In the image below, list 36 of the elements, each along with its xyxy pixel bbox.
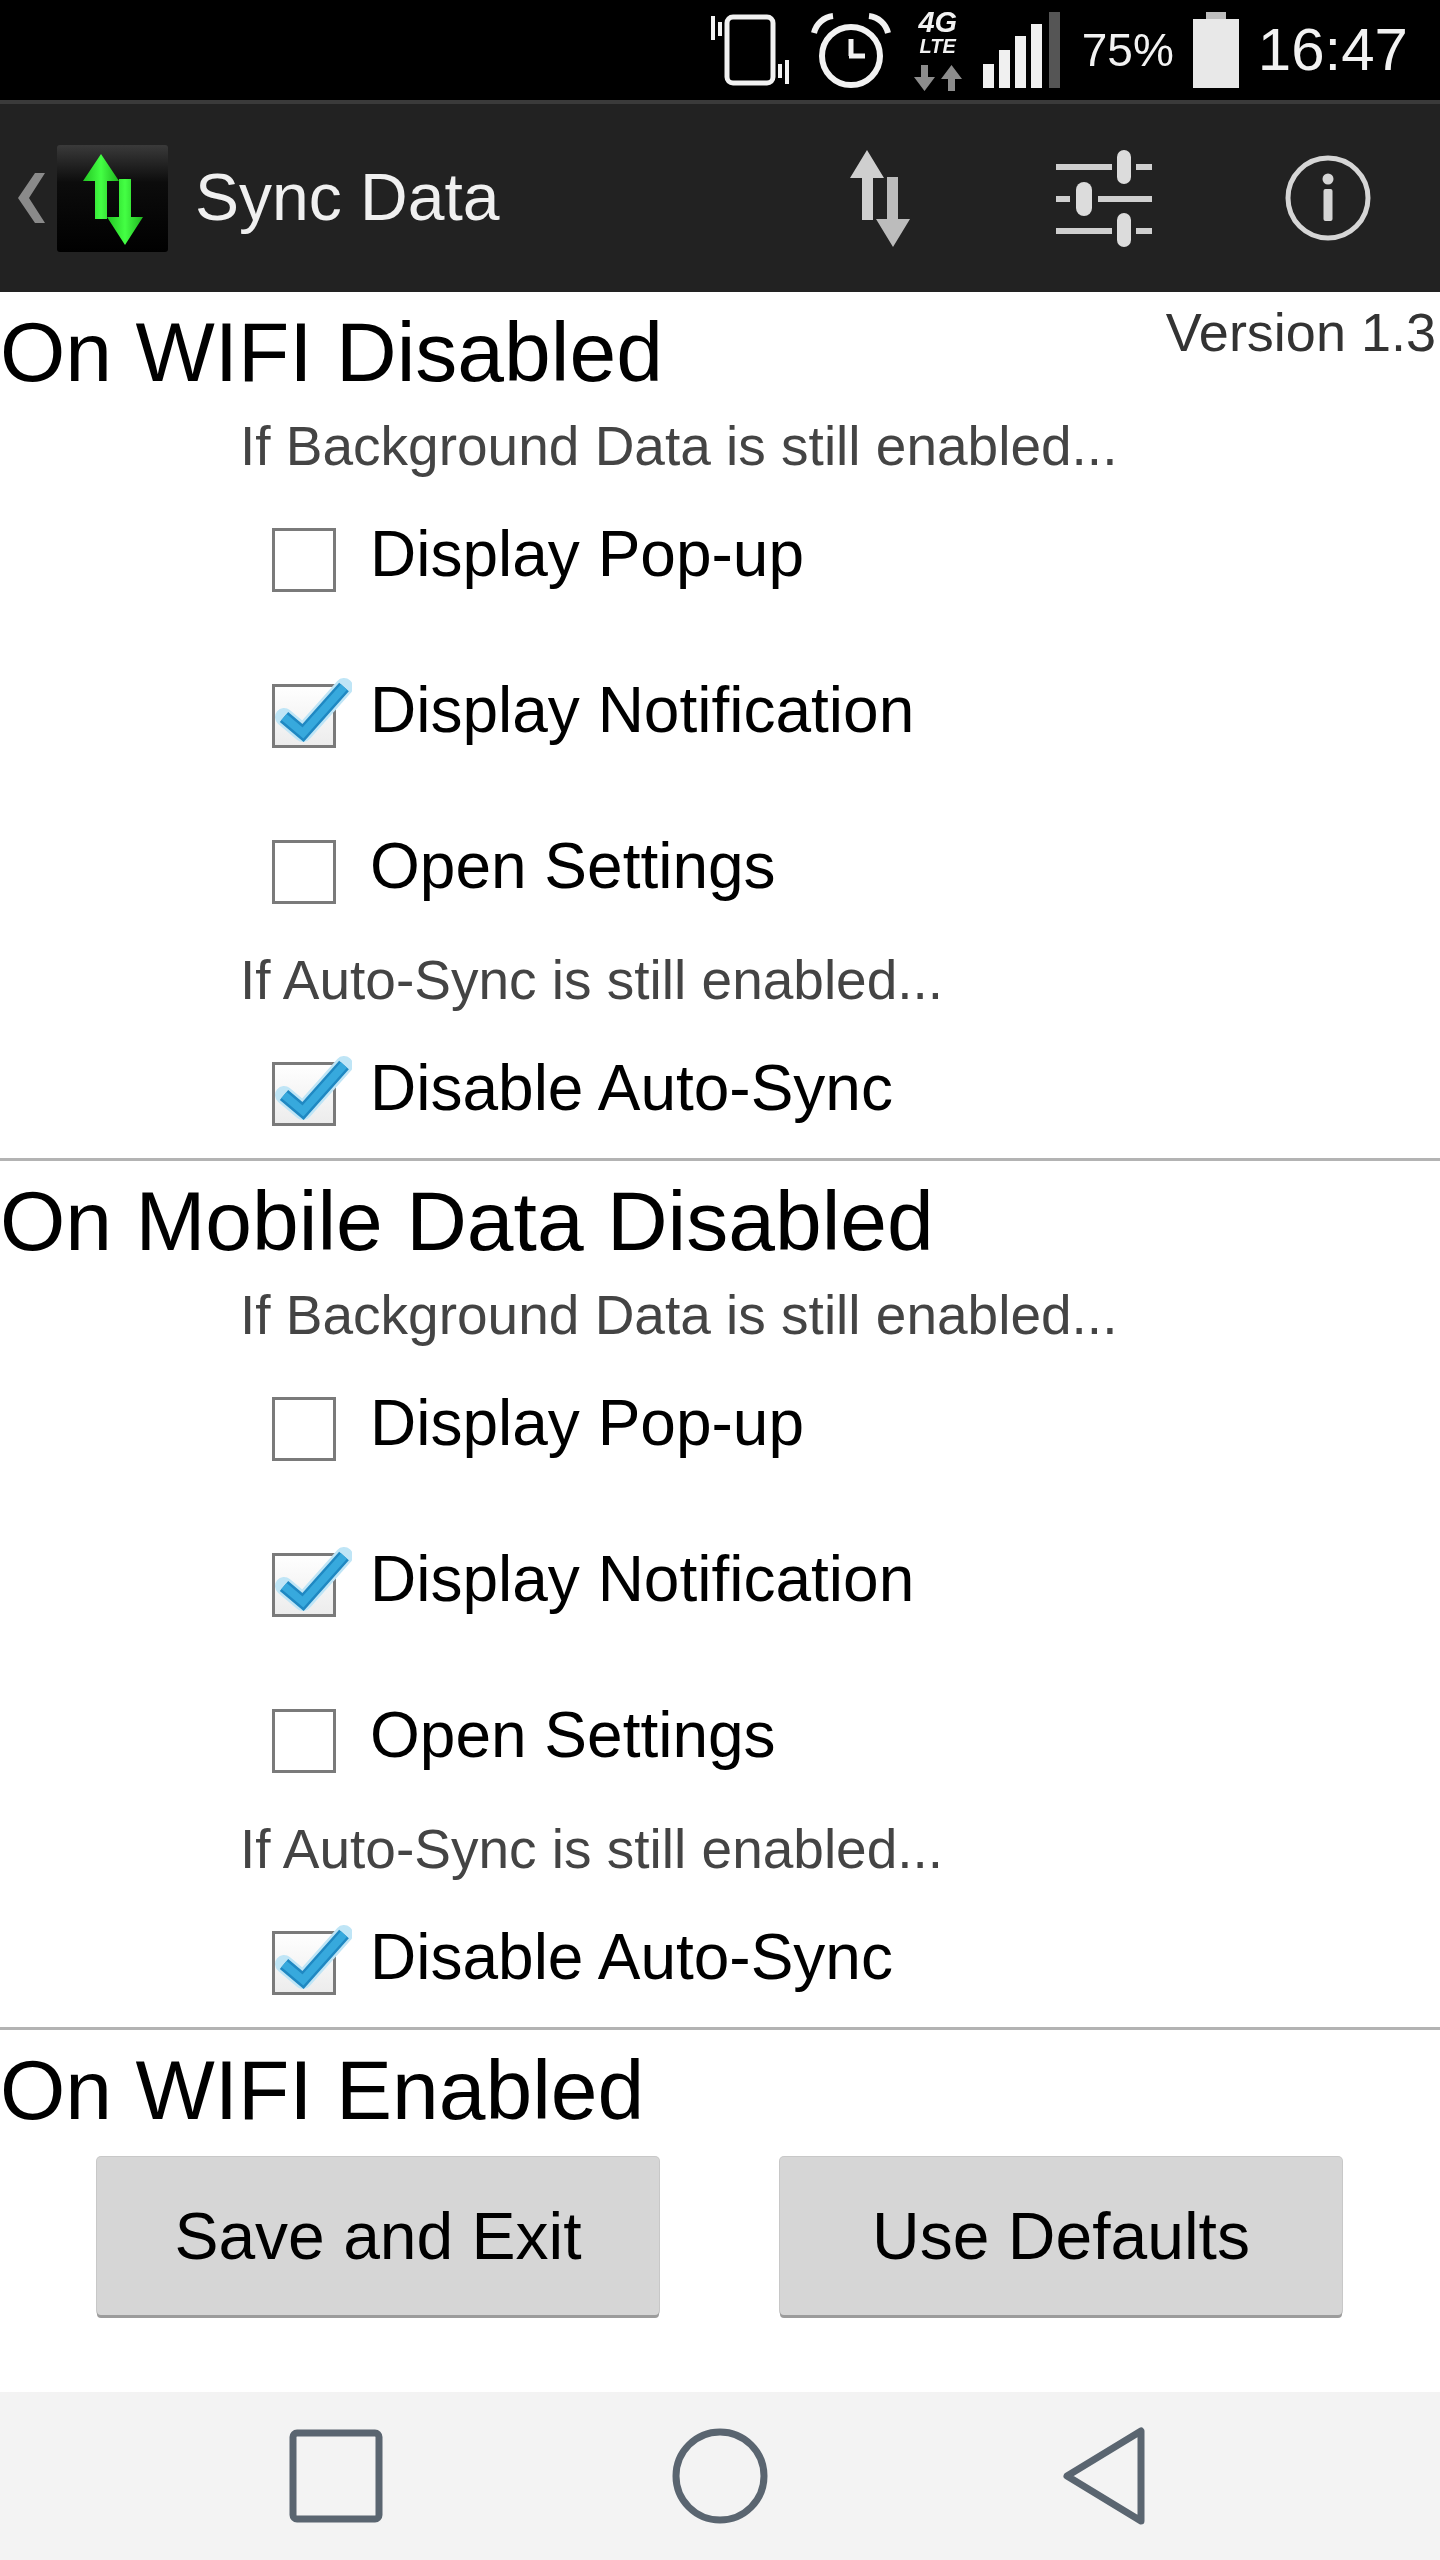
version-label: Version 1.3 (1165, 302, 1437, 362)
vibrate-icon (709, 14, 790, 86)
back-icon[interactable] (1061, 2426, 1147, 2526)
checkbox-label[interactable]: Display Pop-up (370, 515, 804, 593)
checkbox-label[interactable]: Open Settings (370, 1696, 776, 1774)
signal-icon (982, 12, 1063, 88)
checkbox[interactable] (272, 1397, 336, 1461)
checkbox-label[interactable]: Display Notification (370, 671, 915, 749)
battery-percent: 75% (1081, 27, 1174, 73)
checkbox-label[interactable]: Display Notification (370, 1540, 915, 1618)
battery-icon (1192, 12, 1239, 88)
checkbox-label[interactable]: Open Settings (370, 827, 776, 905)
up-down-arrows-icon[interactable] (850, 149, 910, 247)
clock-time: 16:47 (1257, 20, 1408, 80)
section-heading: On WIFI Disabled (0, 304, 663, 401)
checkbox-label[interactable]: Disable Auto-Sync (370, 1049, 893, 1127)
network-type-label: 4G (918, 9, 958, 35)
section-heading: On Mobile Data Disabled (0, 1173, 934, 1270)
info-icon[interactable] (1285, 155, 1371, 241)
section-heading: On WIFI Enabled (0, 2042, 645, 2139)
checkbox-label[interactable]: Display Pop-up (370, 1384, 804, 1462)
home-icon[interactable] (672, 2428, 768, 2524)
network-label: LTE (919, 35, 956, 57)
action-button[interactable]: Use Defaults (780, 2157, 1342, 2315)
app-title: Sync Data (195, 159, 500, 237)
alarm-clock-icon (808, 11, 893, 89)
checkbox-label[interactable]: Disable Auto-Sync (370, 1918, 893, 1996)
chevron-left-icon[interactable] (18, 173, 45, 223)
up-down-arrows-app-icon[interactable] (57, 144, 168, 252)
checkbox[interactable] (272, 1709, 336, 1773)
action-button[interactable]: Save and Exit (97, 2157, 659, 2315)
sliders-icon[interactable] (1056, 149, 1152, 247)
recent-apps-icon[interactable] (289, 2429, 383, 2523)
checkbox[interactable] (272, 528, 336, 592)
data-arrows-icon (912, 65, 963, 91)
checkbox[interactable] (272, 840, 336, 904)
